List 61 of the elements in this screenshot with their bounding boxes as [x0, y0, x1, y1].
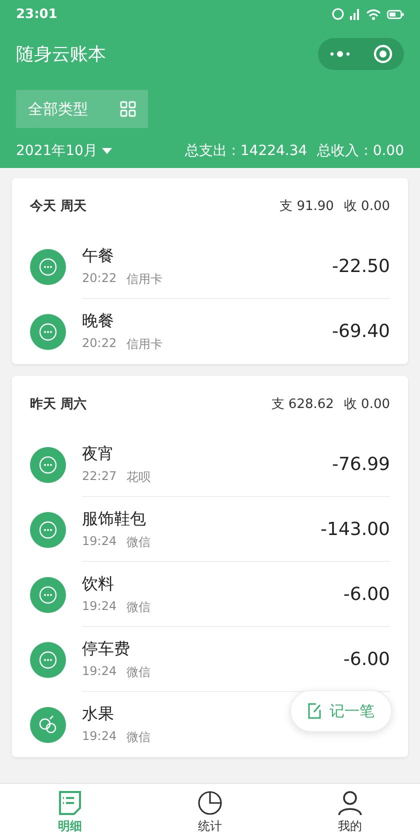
record-time: 20:22	[82, 336, 117, 352]
record-title: 饮料	[82, 574, 114, 594]
record-time: 19:24	[82, 664, 117, 680]
day-income: 收 0.00	[344, 198, 390, 215]
record-title: 停车费	[82, 638, 130, 660]
more-category-icon	[30, 642, 66, 678]
record-amount: -6.00	[343, 649, 390, 670]
record-amount: -69.40	[332, 321, 390, 342]
add-record-button[interactable]: 记一笔	[290, 690, 392, 732]
total-income: 总收入 : 0.00	[317, 142, 404, 160]
day-title: 今天 周天	[30, 198, 87, 215]
record-amount: -76.99	[332, 454, 390, 475]
record-time: 19:24	[82, 534, 117, 550]
person-icon	[337, 790, 363, 816]
more-category-icon	[30, 248, 66, 284]
app-title: 随身云账本	[16, 43, 106, 66]
more-icon[interactable]	[329, 50, 351, 58]
total-expense: 总支出 : 14224.34	[184, 142, 308, 160]
record-account: 微信	[126, 534, 151, 550]
record-amount: -6.00	[343, 584, 390, 605]
record-title: 夜宵	[82, 444, 114, 464]
record-title: 服饰鞋包	[82, 508, 146, 530]
list-doc-icon	[57, 790, 83, 816]
record-amount: -22.50	[332, 256, 390, 277]
grid-icon	[120, 101, 136, 117]
tab-item[interactable]: 统计	[175, 784, 245, 840]
record-title: 水果	[82, 704, 114, 724]
record-account: 花呗	[126, 468, 151, 486]
filter-button[interactable]: 全部类型	[16, 90, 148, 128]
more-category-icon	[30, 576, 66, 612]
record-account: 信用卡	[126, 336, 163, 352]
pie-chart-icon	[197, 790, 223, 816]
record-time: 22:27	[82, 468, 117, 484]
month-picker[interactable]: 2021年10月	[16, 142, 112, 160]
record-account: 微信	[126, 728, 151, 746]
record-title: 午餐	[82, 246, 114, 266]
signal-icon	[350, 8, 360, 20]
more-category-icon	[30, 314, 66, 350]
day-expense: 支 91.90	[280, 198, 334, 215]
more-category-icon	[30, 446, 66, 482]
record-time: 19:24	[82, 728, 117, 744]
day-title: 昨天 周六	[30, 396, 87, 413]
tab-item[interactable]: 明细	[35, 784, 105, 840]
record-title: 晚餐	[82, 310, 114, 332]
capsule-menu[interactable]	[318, 38, 404, 70]
caret-icon	[102, 148, 112, 154]
record-time: 20:22	[82, 270, 117, 286]
close-icon[interactable]	[373, 44, 393, 64]
record-time: 19:24	[82, 598, 117, 614]
wifi-icon	[366, 8, 381, 20]
note-edit-icon	[308, 703, 322, 719]
day-expense: 支 628.62	[271, 396, 334, 413]
status-time: 23:01	[16, 6, 58, 22]
battery-icon	[387, 10, 404, 18]
record-account: 微信	[126, 664, 151, 680]
record-account: 微信	[126, 598, 151, 616]
more-category-icon	[30, 512, 66, 548]
record-amount: -143.00	[320, 519, 390, 540]
tab-item[interactable]: 我的	[315, 784, 385, 840]
day-income: 收 0.00	[344, 396, 390, 413]
record-account: 信用卡	[126, 270, 163, 288]
